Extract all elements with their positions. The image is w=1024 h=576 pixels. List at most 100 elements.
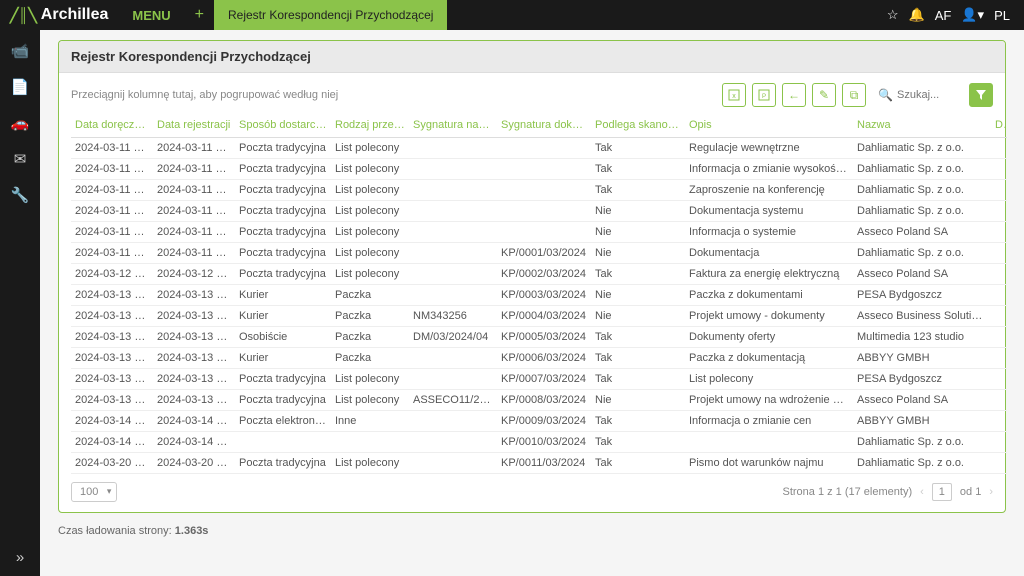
column-header[interactable]: D. xyxy=(991,113,1007,138)
column-header[interactable]: Data rejestracji xyxy=(153,113,235,138)
brand-logo[interactable]: ╱║╲ Archillea xyxy=(0,6,118,24)
table-cell: List polecony xyxy=(331,243,409,264)
table-cell: KP/0008/03/2024 xyxy=(497,390,591,411)
export-pdf-button[interactable]: P xyxy=(752,83,776,107)
copy-button[interactable]: ⧉ xyxy=(842,83,866,107)
table-cell: 2024-03-11 12:52 xyxy=(153,138,235,159)
lang-label[interactable]: PL xyxy=(994,8,1010,23)
table-cell: Dokumenty oferty xyxy=(685,327,853,348)
add-button[interactable]: + xyxy=(185,6,214,24)
table-cell: 2024-03-11 20:44 xyxy=(71,180,153,201)
table-cell: 2024-03-13 08:20 xyxy=(153,306,235,327)
table-cell: Dahliamatic Sp. z o.o. xyxy=(853,159,991,180)
topbar: ╱║╲ Archillea MENU + Rejestr Koresponden… xyxy=(0,0,1024,30)
table-cell xyxy=(409,180,497,201)
table-row[interactable]: 2024-03-11 21:322024-03-11 21:32Poczta t… xyxy=(71,222,1007,243)
table-row[interactable]: 2024-03-12 22:232024-03-12 22:23Poczta t… xyxy=(71,264,1007,285)
table-row[interactable]: 2024-03-13 10:002024-03-13 10:00KurierPa… xyxy=(71,348,1007,369)
table-row[interactable]: 2024-03-13 08:202024-03-13 08:20KurierPa… xyxy=(71,306,1007,327)
page-size-select[interactable]: 100 xyxy=(71,482,117,502)
table-cell: Dahliamatic Sp. z o.o. xyxy=(853,453,991,474)
table-row[interactable]: 2024-03-20 11:442024-03-20 11:44Poczta t… xyxy=(71,453,1007,474)
table-cell: 2024-03-14 10:33 xyxy=(71,411,153,432)
expand-icon[interactable]: » xyxy=(16,549,24,576)
user-icon[interactable]: 👤▾ xyxy=(961,7,984,23)
table-footer: 100 Strona 1 z 1 (17 elementy) ‹ 1 od 1 … xyxy=(71,482,993,502)
document-icon[interactable]: 📄 xyxy=(11,78,30,96)
table-cell: Asseco Business Solutions Sp z o.o. xyxy=(853,306,991,327)
column-header[interactable]: Sygnatura nadawcy xyxy=(409,113,497,138)
column-header[interactable]: Podlega skanowaniu xyxy=(591,113,685,138)
column-header[interactable]: Sygnatura dokumentu xyxy=(497,113,591,138)
filter-button[interactable] xyxy=(969,83,993,107)
table-cell xyxy=(991,285,1007,306)
table-cell: 2024-03-13 09:57 xyxy=(153,327,235,348)
table-cell: 2024-03-20 11:44 xyxy=(153,453,235,474)
active-tab[interactable]: Rejestr Korespondencji Przychodzącej xyxy=(214,0,447,30)
panel-title: Rejestr Korespondencji Przychodzącej xyxy=(59,41,1005,73)
wrench-icon[interactable]: 🔧 xyxy=(11,186,30,204)
table-cell xyxy=(409,369,497,390)
table-cell: DM/03/2024/04 xyxy=(409,327,497,348)
search-input[interactable] xyxy=(897,89,957,101)
table-cell: Faktura za energię elektryczną xyxy=(685,264,853,285)
table-cell: Dahliamatic Sp. z o.o. xyxy=(853,243,991,264)
table-cell: List polecony xyxy=(331,390,409,411)
table-row[interactable]: 2024-03-14 10:422024-03-14 10:42KP/0010/… xyxy=(71,432,1007,453)
pager-prev[interactable]: ‹ xyxy=(920,486,924,498)
bell-icon[interactable]: 🔔 xyxy=(909,7,925,23)
table-cell: KP/0004/03/2024 xyxy=(497,306,591,327)
camera-icon[interactable]: 📹 xyxy=(11,42,30,60)
table-cell: Asseco Poland SA xyxy=(853,222,991,243)
star-icon[interactable]: ☆ xyxy=(887,7,899,23)
menu-button[interactable]: MENU xyxy=(118,8,184,23)
registry-panel: Rejestr Korespondencji Przychodzącej Prz… xyxy=(58,40,1006,513)
back-button[interactable]: ← xyxy=(782,83,806,107)
table-cell: Poczta tradycyjna xyxy=(235,369,331,390)
table-cell: Regulacje wewnętrzne xyxy=(685,138,853,159)
table-row[interactable]: 2024-03-14 10:332024-03-14 10:33Poczta e… xyxy=(71,411,1007,432)
table-cell: Dahliamatic Sp. z o.o. xyxy=(853,138,991,159)
table-cell xyxy=(497,180,591,201)
column-header[interactable]: Rodzaj przesyłki xyxy=(331,113,409,138)
table-row[interactable]: 2024-03-11 21:432024-03-11 21:43Poczta t… xyxy=(71,243,1007,264)
table-row[interactable]: 2024-03-11 21:252024-03-11 21:25Poczta t… xyxy=(71,201,1007,222)
table-row[interactable]: 2024-03-11 20:442024-03-11 20:44Poczta t… xyxy=(71,180,1007,201)
table-cell: Tak xyxy=(591,264,685,285)
column-header[interactable]: Opis xyxy=(685,113,853,138)
mail-icon[interactable]: ✉ xyxy=(14,150,27,168)
user-label[interactable]: AF xyxy=(935,8,952,23)
table-row[interactable]: 2024-03-13 10:172024-03-13 10:17Poczta t… xyxy=(71,369,1007,390)
table-cell: 2024-03-11 20:44 xyxy=(153,180,235,201)
car-icon[interactable]: 🚗 xyxy=(11,114,30,132)
table-cell: Pismo dot warunków najmu xyxy=(685,453,853,474)
export-xls-button[interactable]: x xyxy=(722,83,746,107)
table-cell xyxy=(991,264,1007,285)
table-row[interactable]: 2024-03-13 08:002024-03-13 11:38Poczta t… xyxy=(71,390,1007,411)
table-row[interactable]: 2024-03-13 08:182024-03-13 08:18KurierPa… xyxy=(71,285,1007,306)
table-cell: Dokumentacja systemu xyxy=(685,201,853,222)
table-cell: Asseco Poland SA xyxy=(853,390,991,411)
table-row[interactable]: 2024-03-11 12:522024-03-11 12:52Poczta t… xyxy=(71,138,1007,159)
brush-button[interactable]: ✎ xyxy=(812,83,836,107)
table-cell: ABBYY GMBH xyxy=(853,411,991,432)
column-header[interactable]: Sposób dostarczenia xyxy=(235,113,331,138)
table-cell xyxy=(331,432,409,453)
table-cell xyxy=(991,348,1007,369)
table-row[interactable]: 2024-03-11 20:422024-03-11 20:42Poczta t… xyxy=(71,159,1007,180)
table-cell: Projekt umowy - dokumenty xyxy=(685,306,853,327)
pager-current: 1 xyxy=(932,483,952,501)
table-cell: 2024-03-11 21:32 xyxy=(71,222,153,243)
table-cell: Poczta tradycyjna xyxy=(235,138,331,159)
table-cell: 2024-03-11 20:42 xyxy=(71,159,153,180)
table-row[interactable]: 2024-03-13 09:572024-03-13 09:57Osobiści… xyxy=(71,327,1007,348)
table-cell: KP/0010/03/2024 xyxy=(497,432,591,453)
table-cell xyxy=(409,243,497,264)
table-cell: 2024-03-20 11:44 xyxy=(71,453,153,474)
table-cell: 2024-03-11 21:25 xyxy=(153,201,235,222)
column-header[interactable]: Nazwa xyxy=(853,113,991,138)
pager-next[interactable]: › xyxy=(989,486,993,498)
table-cell: 2024-03-13 10:17 xyxy=(71,369,153,390)
column-header[interactable]: Data doręczenia xyxy=(71,113,153,138)
table-cell: 2024-03-13 08:00 xyxy=(71,390,153,411)
